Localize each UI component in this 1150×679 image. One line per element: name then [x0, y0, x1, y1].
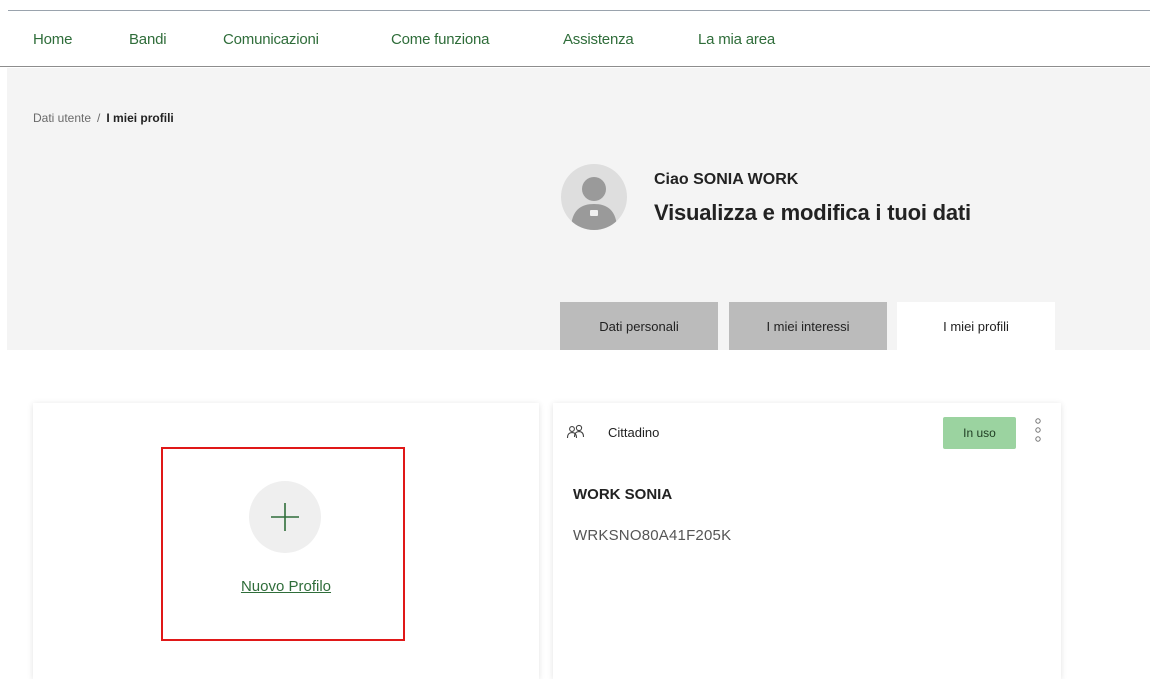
- page-subtitle: Visualizza e modifica i tuoi dati: [654, 200, 971, 225]
- nav-la-mia-area[interactable]: La mia area: [698, 31, 775, 48]
- user-avatar-icon: [571, 177, 617, 230]
- main-navigation: Home Bandi Comunicazioni Come funziona A…: [0, 11, 1150, 67]
- breadcrumb-separator: /: [97, 111, 101, 125]
- people-icon: [566, 424, 585, 439]
- new-profile-link[interactable]: Nuovo Profilo: [228, 578, 344, 595]
- nav-comunicazioni[interactable]: Comunicazioni: [223, 31, 319, 48]
- profile-role: Cittadino: [608, 425, 660, 440]
- tab-i-miei-interessi[interactable]: I miei interessi: [729, 302, 887, 350]
- profile-fiscal-code: WRKSNO80A41F205K: [573, 527, 732, 544]
- breadcrumb-link-dati-utente[interactable]: Dati utente: [33, 111, 91, 125]
- nav-assistenza[interactable]: Assistenza: [563, 31, 634, 48]
- tab-i-miei-profili[interactable]: I miei profili: [897, 302, 1055, 350]
- user-greeting: Ciao SONIA WORK: [654, 171, 799, 188]
- plus-icon: [271, 503, 299, 531]
- breadcrumb: Dati utente / I miei profili: [33, 111, 174, 125]
- breadcrumb-current: I miei profili: [106, 111, 174, 125]
- status-badge: In uso: [943, 417, 1016, 449]
- profile-name: WORK SONIA: [573, 486, 673, 503]
- add-profile-button[interactable]: [249, 481, 321, 553]
- nav-bandi[interactable]: Bandi: [129, 31, 167, 48]
- tab-dati-personali[interactable]: Dati personali: [560, 302, 718, 350]
- nav-home[interactable]: Home: [33, 31, 72, 48]
- nav-come-funziona[interactable]: Come funziona: [391, 31, 489, 48]
- more-options-icon[interactable]: [1033, 416, 1043, 450]
- avatar: [561, 164, 627, 230]
